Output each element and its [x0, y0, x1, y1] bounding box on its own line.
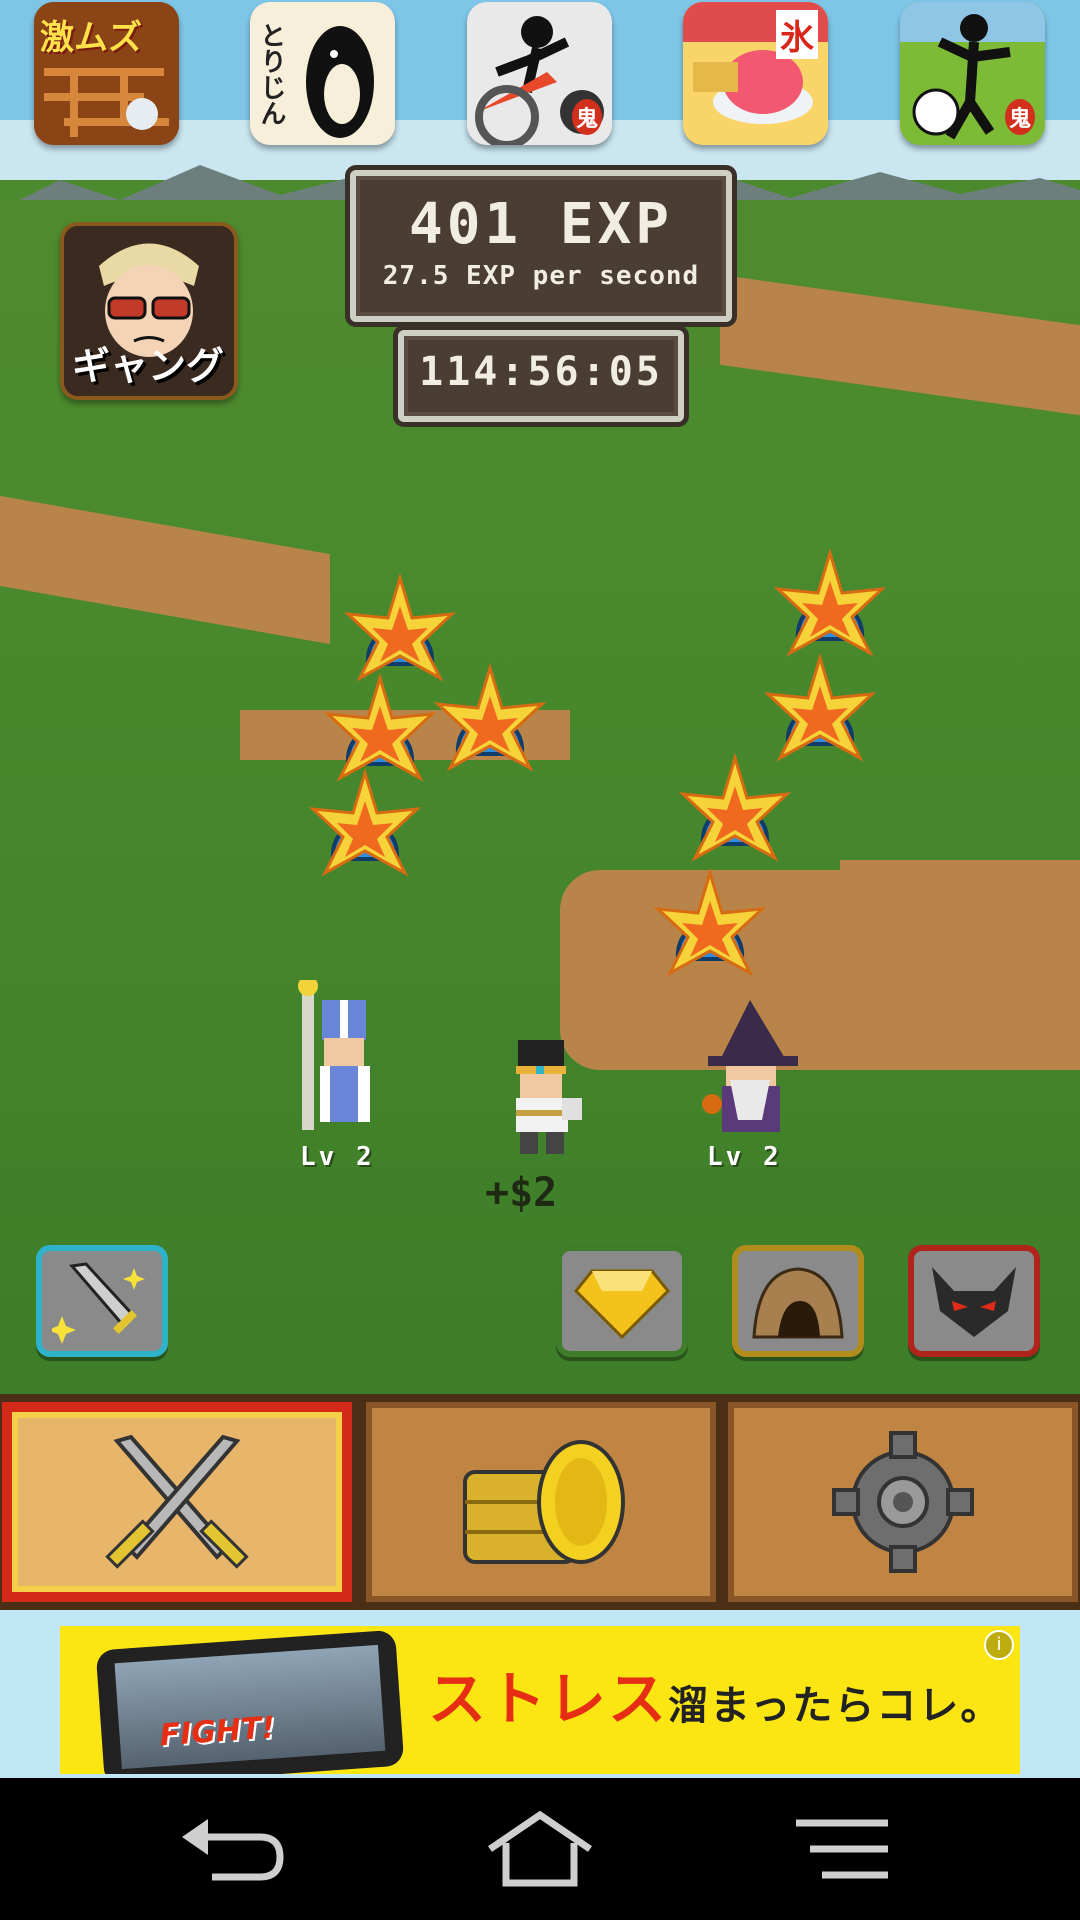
slime-enemy[interactable] — [311, 771, 419, 875]
slime-enemy[interactable] — [346, 576, 454, 680]
demon-icon — [932, 1267, 1016, 1337]
enemy-field — [311, 551, 884, 975]
hero-sprite[interactable] — [490, 1040, 590, 1160]
tab-gold[interactable] — [366, 1402, 716, 1602]
demon-button[interactable] — [908, 1245, 1040, 1357]
bottom-tab-bar — [0, 1394, 1080, 1610]
gem-icon — [573, 1269, 671, 1340]
gem-shop-button[interactable] — [556, 1245, 688, 1357]
tab-settings[interactable] — [728, 1402, 1078, 1602]
crossed-swords-icon — [105, 1434, 249, 1569]
ad-phone-image: FIGHT! — [95, 1629, 405, 1774]
slime-enemy[interactable] — [436, 666, 544, 770]
ad-banner-area: FIGHT! ストレス溜まったらコレ。 i — [0, 1610, 1080, 1778]
gold-gain-popup: +$2 — [485, 1170, 558, 1216]
ad-banner[interactable]: FIGHT! ストレス溜まったらコレ。 i — [60, 1626, 1020, 1774]
sword-upgrade-icon — [52, 1262, 145, 1344]
slime-enemy[interactable] — [766, 656, 874, 760]
priest-sprite[interactable] — [280, 980, 390, 1130]
priest-level: Lv 2 — [300, 1142, 375, 1172]
settings-gear-icon — [832, 1431, 974, 1573]
menu-icon — [796, 1819, 888, 1879]
ad-game-text: FIGHT! — [158, 1710, 277, 1754]
home-icon — [488, 1810, 592, 1887]
tab-battle[interactable] — [2, 1402, 352, 1602]
slime-enemy[interactable] — [656, 871, 764, 975]
cave-icon — [752, 1267, 844, 1339]
back-icon — [182, 1819, 284, 1881]
wizard-sprite[interactable] — [690, 1000, 800, 1140]
sword-upgrade-button[interactable] — [36, 1245, 168, 1357]
game-screen[interactable]: 激ムズ とりじん 鬼 氷 鬼 ギャング 401 EXP 27.5 EXP per… — [0, 0, 1080, 1920]
home-button[interactable] — [470, 1804, 610, 1894]
slime-enemy[interactable] — [326, 676, 434, 780]
ad-info-icon[interactable]: i — [984, 1630, 1014, 1660]
wizard-level: Lv 2 — [707, 1142, 782, 1172]
back-button[interactable] — [162, 1804, 302, 1894]
slime-enemy[interactable] — [776, 551, 884, 655]
menu-button[interactable] — [772, 1804, 912, 1894]
gold-coins-icon — [463, 1440, 625, 1564]
ad-headline: ストレス溜まったらコレ。 — [428, 1665, 1003, 1733]
navigation-bar — [0, 1778, 1080, 1920]
slime-enemy[interactable] — [681, 756, 789, 860]
cave-button[interactable] — [732, 1245, 864, 1357]
